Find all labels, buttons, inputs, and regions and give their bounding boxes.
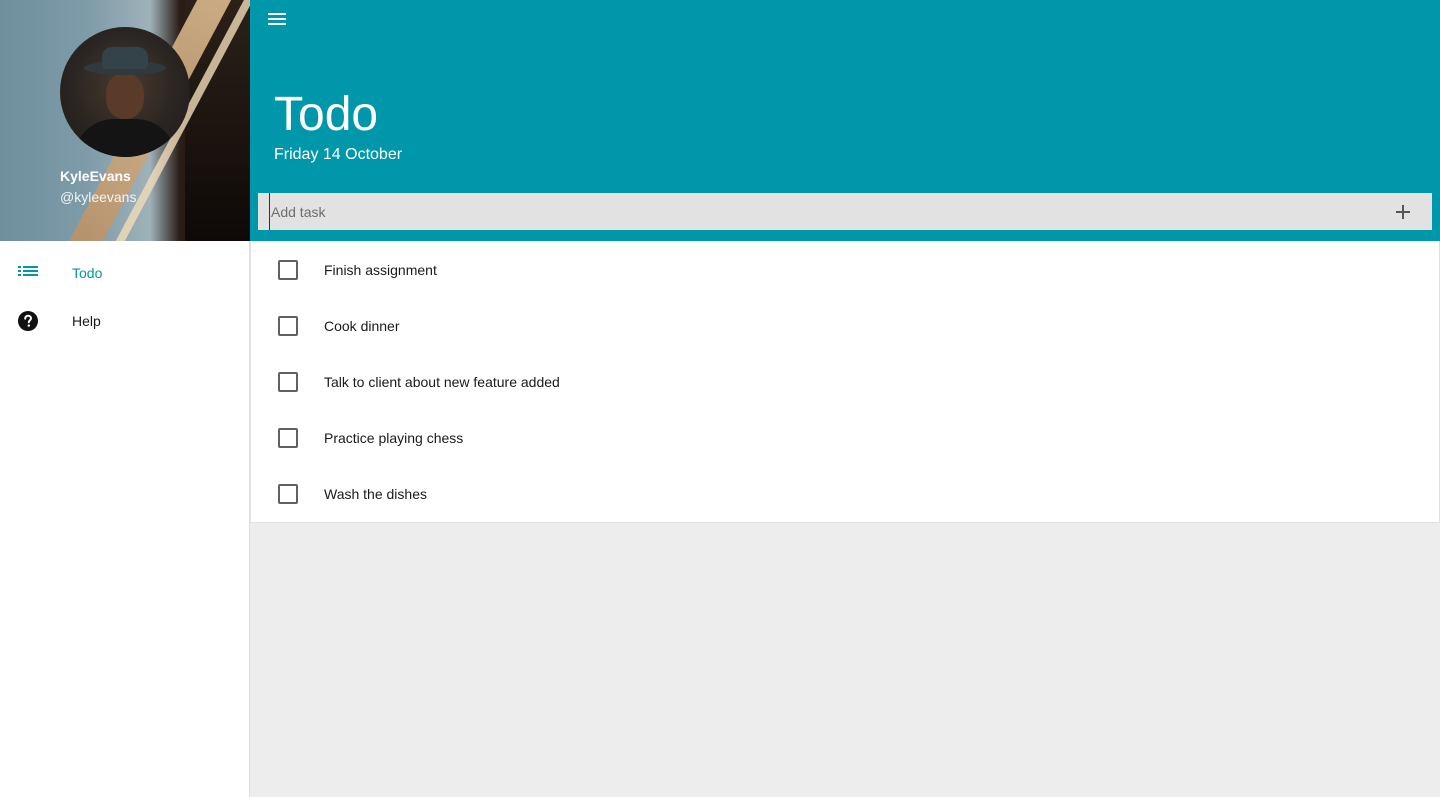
page-title: Todo [274,88,379,141]
task-checkbox[interactable] [278,428,298,448]
list-item: Wash the dishes [251,466,1439,522]
avatar [60,27,190,157]
task-text: Finish assignment [324,262,437,278]
app-header: Todo Friday 14 October [250,0,1440,241]
list-item: Cook dinner [251,298,1439,354]
sidebar-item-label: Help [72,313,101,329]
add-task-input[interactable] [269,193,1374,230]
profile-handle: @kyleevans [60,189,137,205]
todo-app: KyleEvans @kyleevans Todo Help Todo Frid… [0,0,1440,797]
task-checkbox[interactable] [278,484,298,504]
help-circle-icon [0,311,72,331]
list-item: Practice playing chess [251,410,1439,466]
list-item: Finish assignment [251,242,1439,298]
sidebar: KyleEvans @kyleevans Todo Help [0,0,250,797]
sidebar-item-todo[interactable]: Todo [0,249,249,297]
task-text: Wash the dishes [324,486,427,502]
hamburger-menu-icon[interactable] [267,9,291,29]
sidebar-item-help[interactable]: Help [0,297,249,345]
list-item: Talk to client about new feature added [251,354,1439,410]
sidebar-item-label: Todo [72,265,103,281]
list-icon [0,266,72,280]
task-checkbox[interactable] [278,372,298,392]
task-checkbox[interactable] [278,260,298,280]
task-text: Cook dinner [324,318,400,334]
task-text: Talk to client about new feature added [324,374,560,390]
sidebar-nav: Todo Help [0,241,249,345]
task-text: Practice playing chess [324,430,464,446]
page-date: Friday 14 October [274,146,403,163]
profile-header: KyleEvans @kyleevans [0,0,250,241]
main-content: Todo Friday 14 October Finish assignment [250,0,1440,797]
task-checkbox[interactable] [278,316,298,336]
profile-name: KyleEvans [60,168,131,184]
add-task-bar [258,193,1432,230]
plus-icon[interactable] [1374,193,1432,230]
task-list: Finish assignment Cook dinner Talk to cl… [250,241,1440,523]
